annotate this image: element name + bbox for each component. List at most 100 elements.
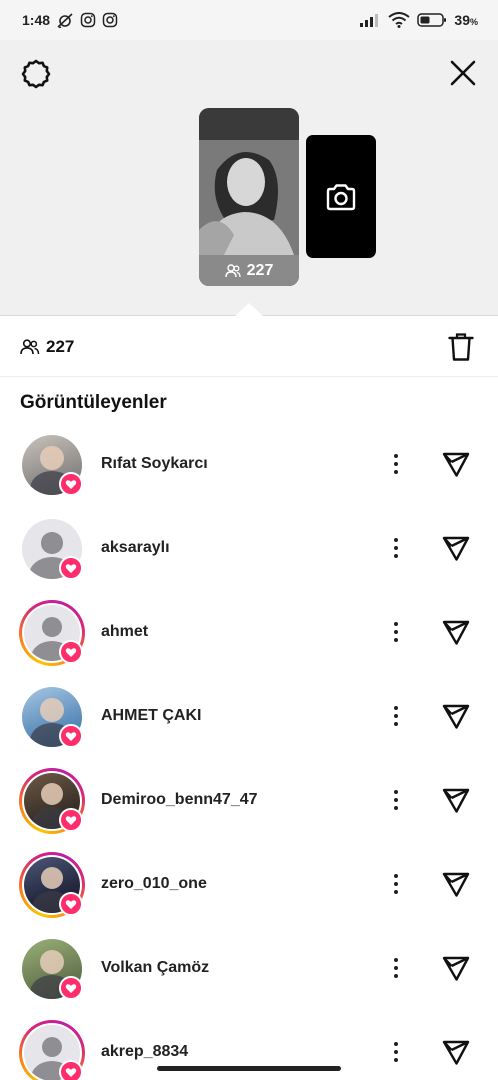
avatar[interactable] xyxy=(19,768,85,834)
avatar[interactable] xyxy=(19,1020,85,1080)
viewer-name[interactable]: akrep_8834 xyxy=(101,1043,188,1061)
liked-heart-badge xyxy=(59,472,83,496)
liked-heart-badge xyxy=(59,892,83,916)
viewer-row[interactable]: Volkan Çamöz xyxy=(0,926,498,1010)
dot xyxy=(394,966,398,970)
dot xyxy=(394,638,398,642)
story-top-band xyxy=(199,108,299,140)
battery-level: 39% xyxy=(454,12,478,28)
dot xyxy=(394,470,398,474)
selection-caret xyxy=(235,303,263,316)
more-options-icon[interactable] xyxy=(386,536,406,560)
dot xyxy=(394,882,398,886)
viewer-row[interactable]: ahmet xyxy=(0,590,498,674)
viewer-row[interactable]: aksaraylı xyxy=(0,506,498,590)
dot xyxy=(394,1058,398,1062)
story-viewer-count-text: 227 xyxy=(246,261,274,279)
heart-icon xyxy=(65,731,77,741)
add-story-tile[interactable] xyxy=(306,135,376,258)
send-message-icon[interactable] xyxy=(441,1037,471,1067)
heart-icon xyxy=(65,647,77,657)
viewer-name[interactable]: ahmet xyxy=(101,623,148,641)
signal-icon xyxy=(360,14,379,27)
settings-icon[interactable] xyxy=(20,58,52,90)
avatar[interactable] xyxy=(22,519,83,580)
avatar[interactable] xyxy=(22,687,83,748)
more-options-icon[interactable] xyxy=(386,1040,406,1064)
dot xyxy=(394,462,398,466)
battery-icon xyxy=(417,13,447,27)
liked-heart-badge xyxy=(59,1060,83,1080)
avatar[interactable] xyxy=(22,435,83,496)
liked-heart-badge xyxy=(59,640,83,664)
wifi-icon xyxy=(388,12,411,28)
send-message-icon[interactable] xyxy=(441,785,471,815)
camera-icon xyxy=(326,183,356,210)
close-icon[interactable] xyxy=(448,58,478,88)
viewer-name[interactable]: Volkan Çamöz xyxy=(101,959,209,977)
battery-percent: 39 xyxy=(454,12,470,28)
avatar-photo-figure xyxy=(40,949,64,974)
story-thumbnail[interactable]: 227 xyxy=(199,108,299,286)
more-options-icon[interactable] xyxy=(386,704,406,728)
dot xyxy=(394,890,398,894)
viewer-row[interactable]: Rıfat Soykarcı xyxy=(0,422,498,506)
avatar-photo-figure xyxy=(40,867,64,890)
status-time: 1:48 xyxy=(22,12,51,28)
heart-icon xyxy=(65,1067,77,1077)
dot xyxy=(394,706,398,710)
trash-icon[interactable] xyxy=(448,332,474,362)
viewers-summary-row: 227 xyxy=(0,317,498,377)
status-left: 1:48 xyxy=(22,12,118,28)
status-bar: 1:48 39% xyxy=(0,0,498,40)
dot xyxy=(394,630,398,634)
viewer-list: Rıfat Soykarcı aksaraylı ahmet AHMET ÇAKI De… xyxy=(0,422,498,1080)
instagram-notification-icon xyxy=(80,12,96,28)
gesture-nav-bar[interactable] xyxy=(157,1066,341,1071)
viewer-row[interactable]: zero_010_one xyxy=(0,842,498,926)
more-options-icon[interactable] xyxy=(386,620,406,644)
send-message-icon[interactable] xyxy=(441,533,471,563)
section-title: Görüntüleyenler xyxy=(20,392,167,413)
heart-icon xyxy=(65,899,77,909)
dot xyxy=(394,722,398,726)
dot xyxy=(394,798,398,802)
heart-icon xyxy=(65,563,77,573)
dot xyxy=(394,554,398,558)
send-message-icon[interactable] xyxy=(441,449,471,479)
send-message-icon[interactable] xyxy=(441,869,471,899)
viewers-icon xyxy=(20,338,40,354)
dot xyxy=(394,454,398,458)
viewer-name[interactable]: AHMET ÇAKI xyxy=(101,707,201,725)
viewer-name[interactable]: Rıfat Soykarcı xyxy=(101,455,208,473)
dot xyxy=(394,1050,398,1054)
dot xyxy=(394,714,398,718)
more-options-icon[interactable] xyxy=(386,956,406,980)
more-options-icon[interactable] xyxy=(386,872,406,896)
avatar-photo-figure xyxy=(40,783,64,806)
dot xyxy=(394,538,398,542)
avatar[interactable] xyxy=(22,939,83,1000)
dot xyxy=(394,874,398,878)
avatar[interactable] xyxy=(19,852,85,918)
dot xyxy=(394,806,398,810)
send-message-icon[interactable] xyxy=(441,953,471,983)
more-options-icon[interactable] xyxy=(386,788,406,812)
more-options-icon[interactable] xyxy=(386,452,406,476)
avatar-head xyxy=(41,532,63,554)
story-photo-figure xyxy=(199,140,299,255)
avatar[interactable] xyxy=(19,600,85,666)
send-message-icon[interactable] xyxy=(441,617,471,647)
heart-icon xyxy=(65,983,77,993)
viewer-name[interactable]: zero_010_one xyxy=(101,875,207,893)
send-message-icon[interactable] xyxy=(441,701,471,731)
liked-heart-badge xyxy=(59,724,83,748)
dot xyxy=(394,1042,398,1046)
dot xyxy=(394,974,398,978)
viewer-name[interactable]: Demiroo_benn47_47 xyxy=(101,791,258,809)
viewer-name[interactable]: aksaraylı xyxy=(101,539,170,557)
viewer-row[interactable]: Demiroo_benn47_47 xyxy=(0,758,498,842)
viewer-row[interactable]: AHMET ÇAKI xyxy=(0,674,498,758)
viewers-icon xyxy=(224,263,241,277)
instagram-notification-icon xyxy=(102,12,118,28)
